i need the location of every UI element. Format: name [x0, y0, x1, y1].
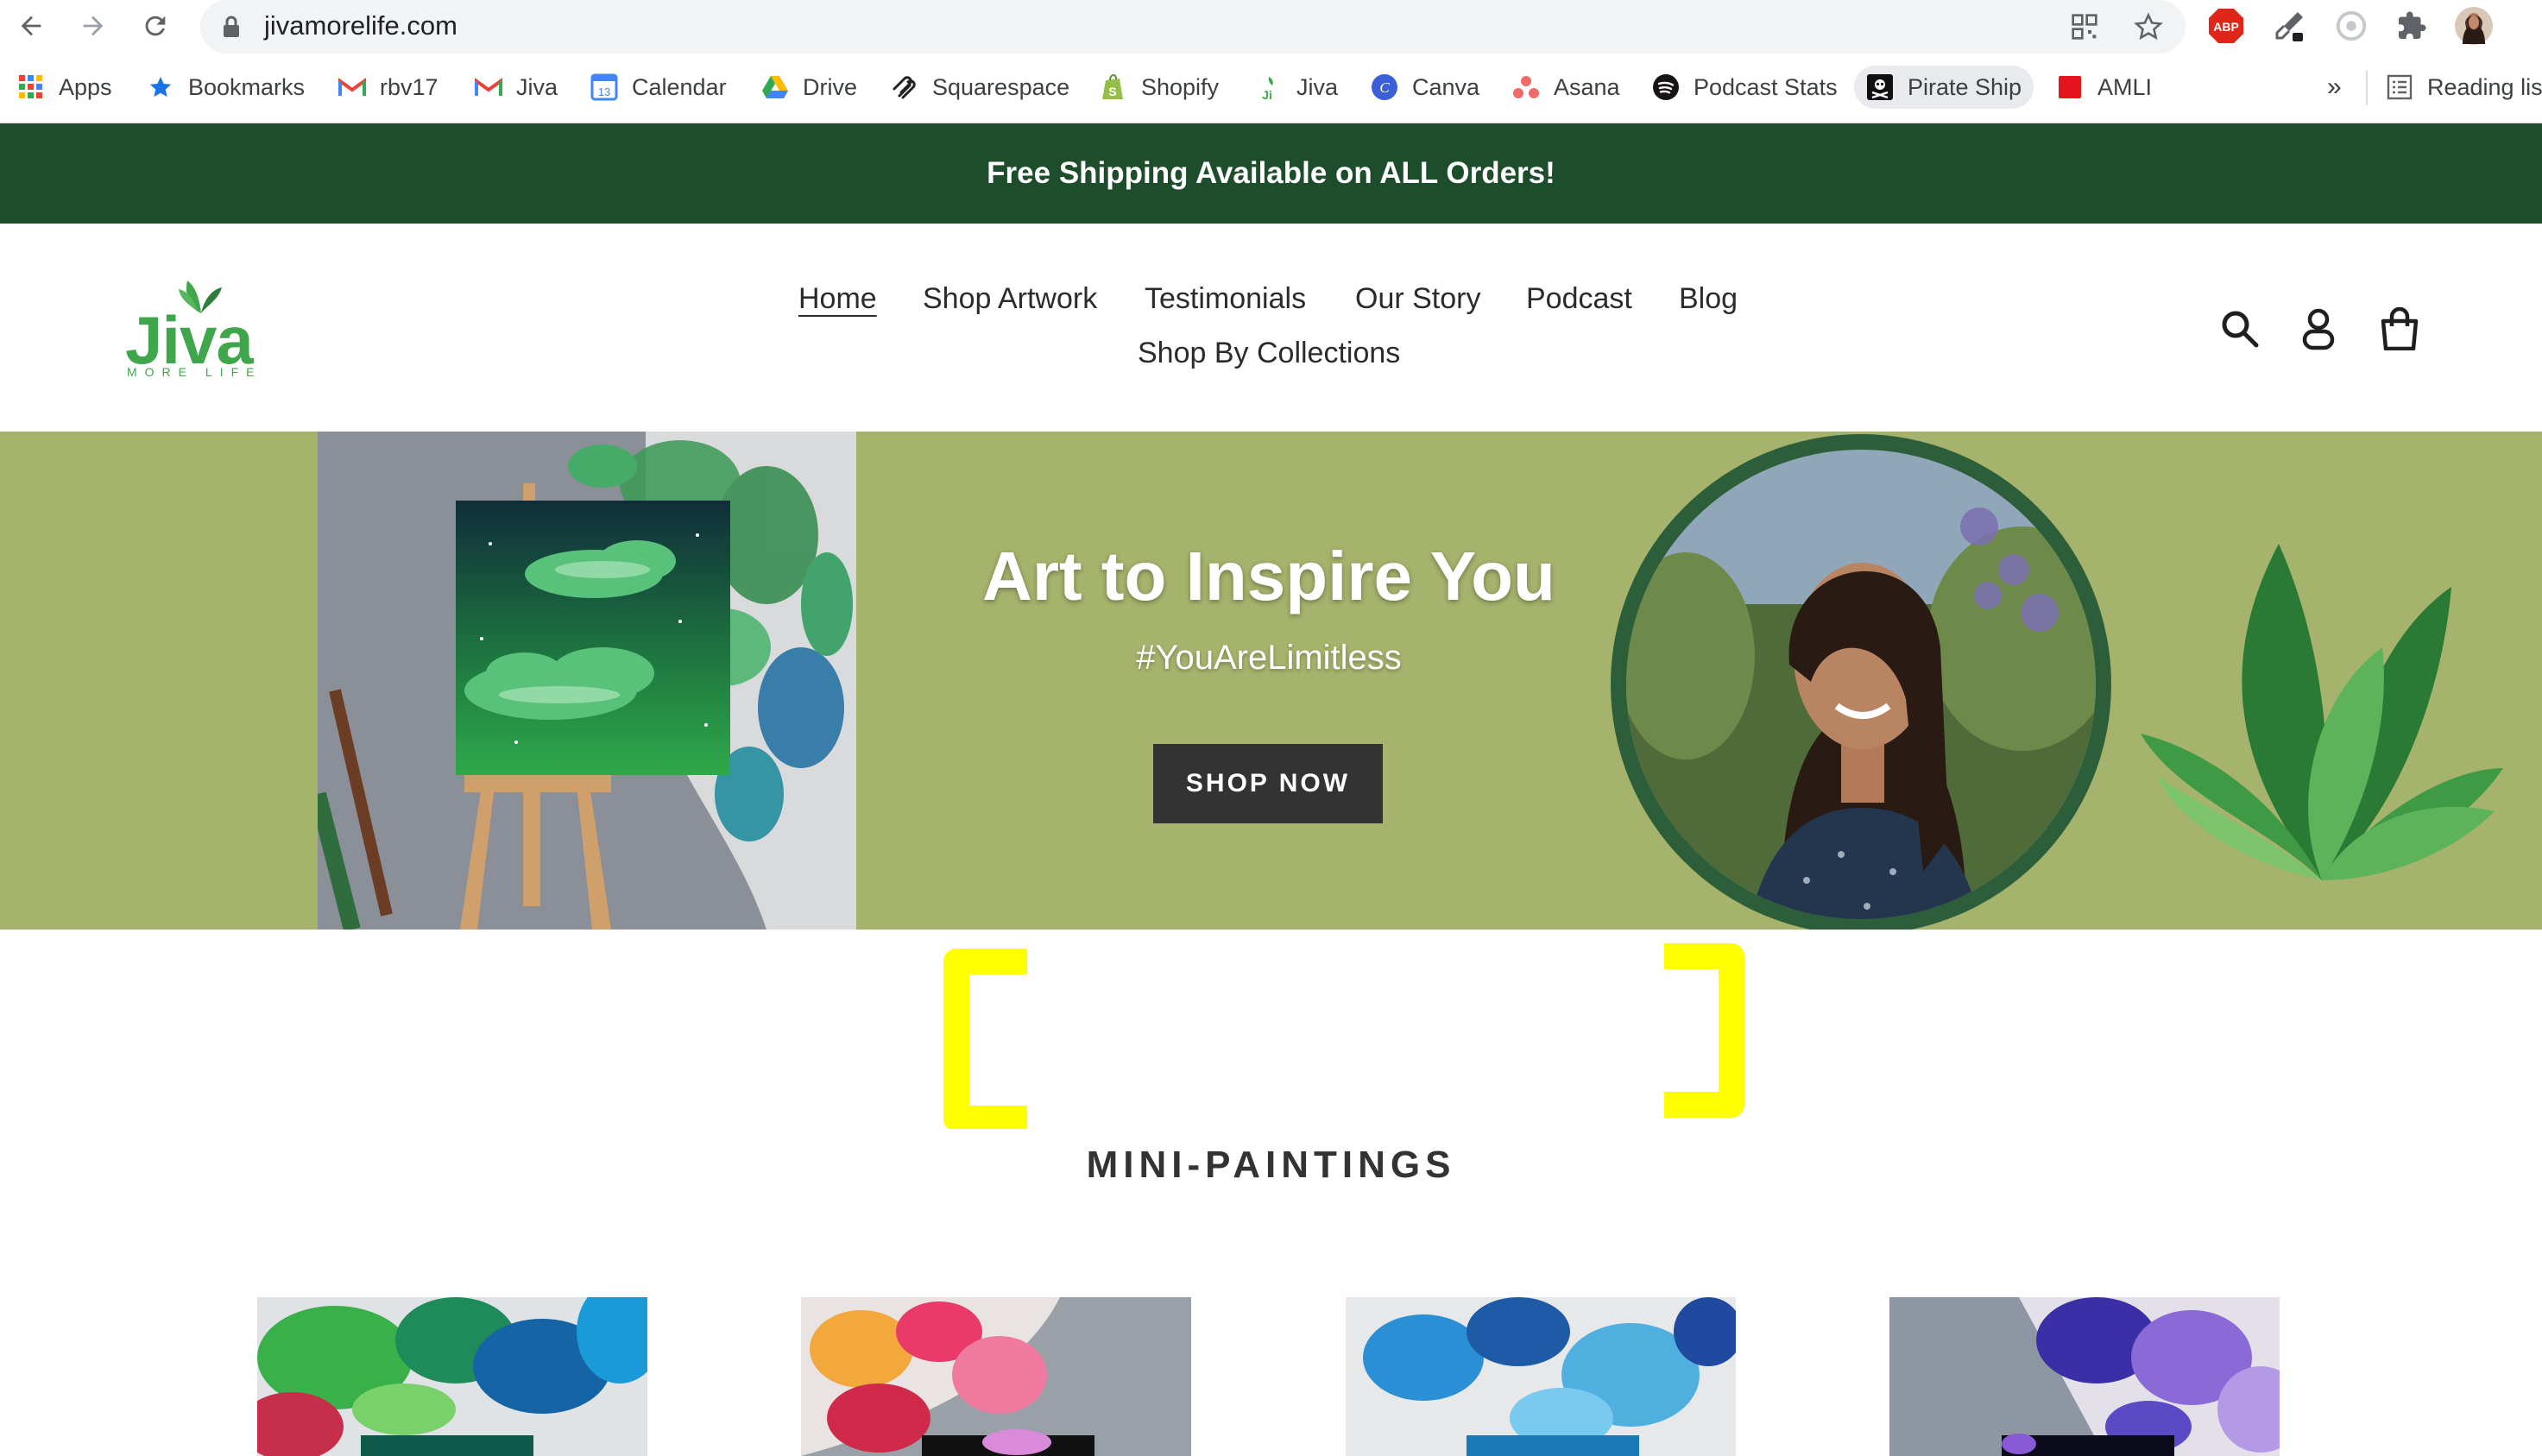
- eyedropper-extension-icon[interactable]: [2268, 5, 2310, 47]
- founder-portrait: [1608, 432, 2114, 930]
- reload-icon[interactable]: [136, 7, 174, 45]
- puzzle-extensions-icon[interactable]: [2391, 5, 2432, 47]
- bookmark-star-icon[interactable]: [2130, 9, 2167, 45]
- lock-icon[interactable]: [223, 16, 240, 42]
- account-icon[interactable]: [2294, 303, 2343, 355]
- bookmarks-divider: [2366, 71, 2368, 105]
- bookmark-label: Podcast Stats: [1694, 73, 1838, 100]
- site-header: Jiva MORE LIFE Home Shop Artwork Testimo…: [0, 224, 2542, 432]
- bookmark-label: AMLI: [2097, 73, 2153, 100]
- bookmark-drive[interactable]: Drive: [761, 66, 857, 109]
- shop-now-button[interactable]: SHOP NOW: [1153, 744, 1383, 823]
- bookmark-shopify[interactable]: S Shopify: [1100, 66, 1219, 109]
- bookmark-label: Bookmarks: [188, 73, 306, 100]
- drive-icon: [761, 73, 789, 101]
- bookmark-label: Drive: [803, 73, 858, 100]
- bookmark-label: Jiva: [1296, 73, 1339, 100]
- nav-shop-artwork[interactable]: Shop Artwork: [923, 282, 1097, 316]
- nav-blog[interactable]: Blog: [1679, 282, 1738, 316]
- jiva-icon: Ji: [1255, 73, 1283, 101]
- svg-text:13: 13: [598, 85, 610, 98]
- nav-our-story[interactable]: Our Story: [1355, 282, 1480, 316]
- svg-text:Ji: Ji: [1262, 88, 1272, 101]
- bookmark-jiva-mail[interactable]: Jiva: [475, 66, 558, 109]
- canva-icon: C: [1371, 73, 1398, 101]
- shopify-icon: S: [1100, 73, 1127, 101]
- reading-list-icon: [2386, 73, 2413, 101]
- qr-code-icon[interactable]: [2066, 9, 2103, 45]
- bookmark-label: Apps: [59, 73, 112, 100]
- calendar-icon: 13: [590, 73, 618, 101]
- squarespace-icon: [891, 73, 918, 101]
- product-card-image[interactable]: [1889, 1297, 2280, 1456]
- bookmark-apps[interactable]: Apps: [17, 66, 112, 109]
- leaf-decoration: [2141, 518, 2503, 898]
- amli-icon: [2056, 73, 2084, 101]
- section-title: MINI-PAINTINGS: [1086, 1144, 1456, 1186]
- bookmark-squarespace[interactable]: Squarespace: [891, 66, 1069, 109]
- forward-arrow-icon[interactable]: [74, 7, 112, 45]
- product-card-image[interactable]: [1346, 1297, 1736, 1456]
- bookmark-label: Canva: [1412, 73, 1480, 100]
- profile-avatar[interactable]: [2453, 5, 2495, 47]
- nav-shop-by-collections[interactable]: Shop By Collections: [1138, 337, 1400, 370]
- bookmark-label: Jiva: [516, 73, 558, 100]
- bookmark-label: Pirate Ship: [1908, 73, 2022, 100]
- bookmark-jiva[interactable]: Ji Jiva: [1255, 66, 1338, 109]
- bookmark-label: Asana: [1554, 73, 1620, 100]
- bookmark-bookmarks[interactable]: Bookmarks: [147, 66, 305, 109]
- reading-list-label: Reading lis: [2427, 73, 2542, 100]
- bookmark-canva[interactable]: C Canva: [1371, 66, 1479, 109]
- adblock-icon[interactable]: ABP: [2205, 5, 2247, 47]
- product-card-image[interactable]: [801, 1297, 1191, 1456]
- bookmark-asana[interactable]: Asana: [1512, 66, 1620, 109]
- nav-home[interactable]: Home: [798, 282, 877, 316]
- cart-icon[interactable]: [2375, 303, 2424, 355]
- spotify-icon: [1652, 73, 1680, 101]
- gmail-icon: [475, 73, 502, 101]
- product-card-image[interactable]: [257, 1297, 647, 1456]
- reading-list-button[interactable]: Reading lis: [2386, 66, 2542, 109]
- bookmark-label: Shopify: [1141, 73, 1220, 100]
- star-icon: [147, 73, 174, 101]
- hero-banner: Art to Inspire You #YouAreLimitless SHOP…: [0, 432, 2542, 930]
- url-text[interactable]: jivamorelife.com: [264, 10, 457, 41]
- hero-subtitle: #YouAreLimitless: [1136, 639, 1402, 677]
- bookmarks-overflow-button[interactable]: »: [2327, 66, 2342, 109]
- asana-icon: [1512, 73, 1540, 101]
- svg-text:S: S: [1108, 85, 1116, 98]
- announcement-bar: Free Shipping Available on ALL Orders!: [0, 123, 2542, 224]
- bookmarks-bar: Apps Bookmarks rbv17 Jiva 13 Calendar Dr…: [0, 54, 2542, 123]
- bookmark-amli[interactable]: AMLI: [2056, 66, 2152, 109]
- svg-text:C: C: [1379, 79, 1390, 96]
- gmail-icon: [338, 73, 366, 101]
- hero-title: Art to Inspire You: [982, 538, 1555, 615]
- nav-podcast[interactable]: Podcast: [1526, 282, 1632, 316]
- apps-grid-icon: [17, 73, 45, 101]
- bookmark-calendar[interactable]: 13 Calendar: [590, 66, 727, 109]
- cloud-extension-icon[interactable]: [2331, 5, 2372, 47]
- bookmark-rbv17[interactable]: rbv17: [338, 66, 438, 109]
- nav-testimonials[interactable]: Testimonials: [1145, 282, 1306, 316]
- announcement-text: Free Shipping Available on ALL Orders!: [987, 156, 1555, 190]
- bookmark-label: Calendar: [632, 73, 727, 100]
- svg-text:ABP: ABP: [2213, 20, 2239, 34]
- browser-toolbar: jivamorelife.com ABP: [0, 0, 2542, 54]
- yellow-marker-left-bracket: [943, 949, 1027, 1129]
- search-icon[interactable]: [2216, 303, 2264, 355]
- bookmark-pirate-ship[interactable]: Pirate Ship: [1854, 66, 2034, 109]
- bookmark-podcast-stats[interactable]: Podcast Stats: [1652, 66, 1838, 109]
- hero-product-photo: [318, 432, 856, 930]
- yellow-marker-right-bracket: [1664, 943, 1744, 1118]
- pirate-ship-icon: [1866, 73, 1894, 101]
- address-bar[interactable]: jivamorelife.com: [200, 0, 2186, 54]
- bookmark-label: rbv17: [380, 73, 438, 100]
- back-arrow-icon[interactable]: [12, 7, 50, 45]
- bookmark-label: Squarespace: [932, 73, 1070, 100]
